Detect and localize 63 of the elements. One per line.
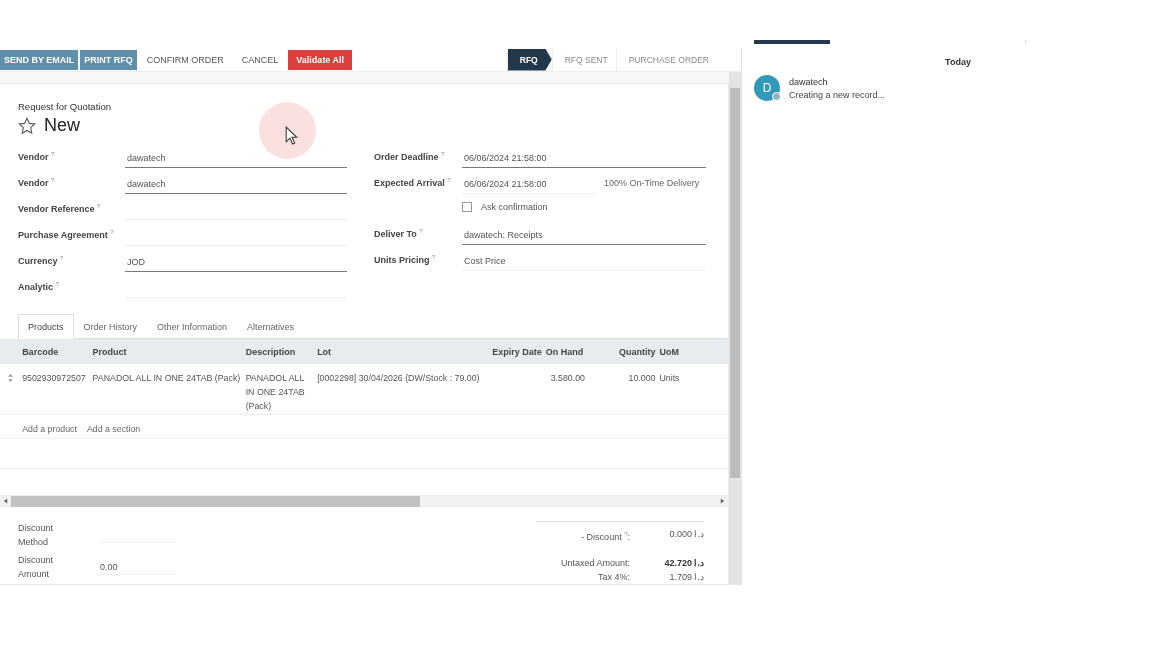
table-cell: [0002298] 30/04/2026 (DW/Stock : 79.00) [317, 373, 480, 383]
record-subtitle: Request for Quotation [18, 101, 112, 112]
tab[interactable]: Products [18, 314, 74, 339]
delivery-rate: 100% On-Time Delivery [603, 178, 700, 190]
input-field[interactable]: Cost Price [462, 250, 706, 271]
input-field[interactable]: JOD [125, 251, 347, 272]
star-icon[interactable] [18, 116, 36, 135]
field-label: Discount Method [18, 522, 54, 549]
field-label: Discount Amount [18, 554, 54, 581]
field-label: Vendor $^{?}$ [18, 151, 56, 164]
column-header[interactable]: UoM [659, 346, 679, 357]
cursor-icon [285, 126, 298, 145]
checkbox[interactable] [462, 201, 472, 212]
add-line-link[interactable]: Add a section [86, 424, 141, 434]
field-label: Order Deadline $^{?}$ [374, 151, 446, 164]
field-label: Units Pricing $^{?}$ [374, 254, 437, 267]
table-cell: Units [659, 373, 680, 383]
field-label: Vendor Reference $^{?}$ [18, 203, 102, 216]
input-field[interactable]: 0.00 [100, 559, 176, 575]
total-label: Tax 4%: [597, 571, 631, 584]
field-label: Analytic $^{?}$ [18, 281, 60, 294]
table-cell: PANADOL ALL IN ONE 24TAB (Pack) [92, 373, 241, 383]
vertical-scrollbar[interactable] [729, 72, 741, 585]
table-cell: 9502930972507 [22, 373, 86, 383]
scroll-left-icon[interactable] [3, 498, 8, 504]
field-label: Purchase Agreement $^{?}$ [18, 229, 115, 242]
message-text: Creating a new record... [789, 90, 886, 100]
tab[interactable]: Other Information [147, 314, 238, 339]
toolbar-button[interactable]: PRINT RFQ [80, 49, 137, 70]
avatar: D [754, 75, 780, 101]
table-cell: PANADOL ALL IN ONE 24TAB (Pack) [245, 373, 305, 411]
status-stage[interactable]: RFQ SENT [551, 48, 616, 71]
add-line-link[interactable]: Add a product [22, 424, 77, 434]
click-highlight [259, 102, 316, 159]
status-stage[interactable]: RFQ [506, 48, 552, 71]
tab[interactable]: Alternatives [237, 314, 305, 339]
toolbar-button[interactable]: SEND BY EMAIL [0, 49, 79, 70]
toolbar-button[interactable]: CONFIRM ORDER [138, 49, 232, 70]
input-field[interactable]: dawatech [125, 173, 347, 194]
input-field[interactable]: 06/06/2024 21:58:00 [462, 147, 706, 168]
tab[interactable]: Order History [73, 314, 148, 339]
date-separator: Today [944, 57, 972, 67]
drag-handle-icon[interactable] [8, 374, 13, 382]
horizontal-scrollbar[interactable] [0, 495, 728, 507]
toolbar-button[interactable]: CANCEL [233, 49, 287, 70]
input-field[interactable]: 06/06/2024 21:58:00 [462, 173, 596, 194]
message-author: dawatech [789, 77, 829, 87]
scroll-right-icon[interactable] [720, 498, 725, 504]
record-title: New [44, 115, 80, 136]
field-label: Currency $^{?}$ [18, 255, 65, 268]
column-header[interactable]: Lot [317, 346, 332, 357]
status-stage[interactable]: PURCHASE ORDER [615, 48, 717, 71]
input-field[interactable]: dawatech: Receipts [462, 224, 706, 245]
field-label: Vendor $^{?}$ [18, 177, 56, 190]
checkbox-label: Ask confirmation [481, 201, 548, 212]
table-cell: 3.580.00 [550, 373, 585, 383]
toolbar-button[interactable]: Validate All [288, 49, 353, 70]
table-cell: 10.000 [628, 373, 656, 383]
column-header[interactable]: Product [92, 346, 127, 357]
total-label: - Discount $^{?}$: [580, 530, 631, 544]
field-label: Expected Arrival $^{?}$ [374, 177, 452, 190]
total-label: Untaxed Amount: [559, 557, 631, 570]
field-label: Deliver To $^{?}$ [374, 228, 424, 241]
